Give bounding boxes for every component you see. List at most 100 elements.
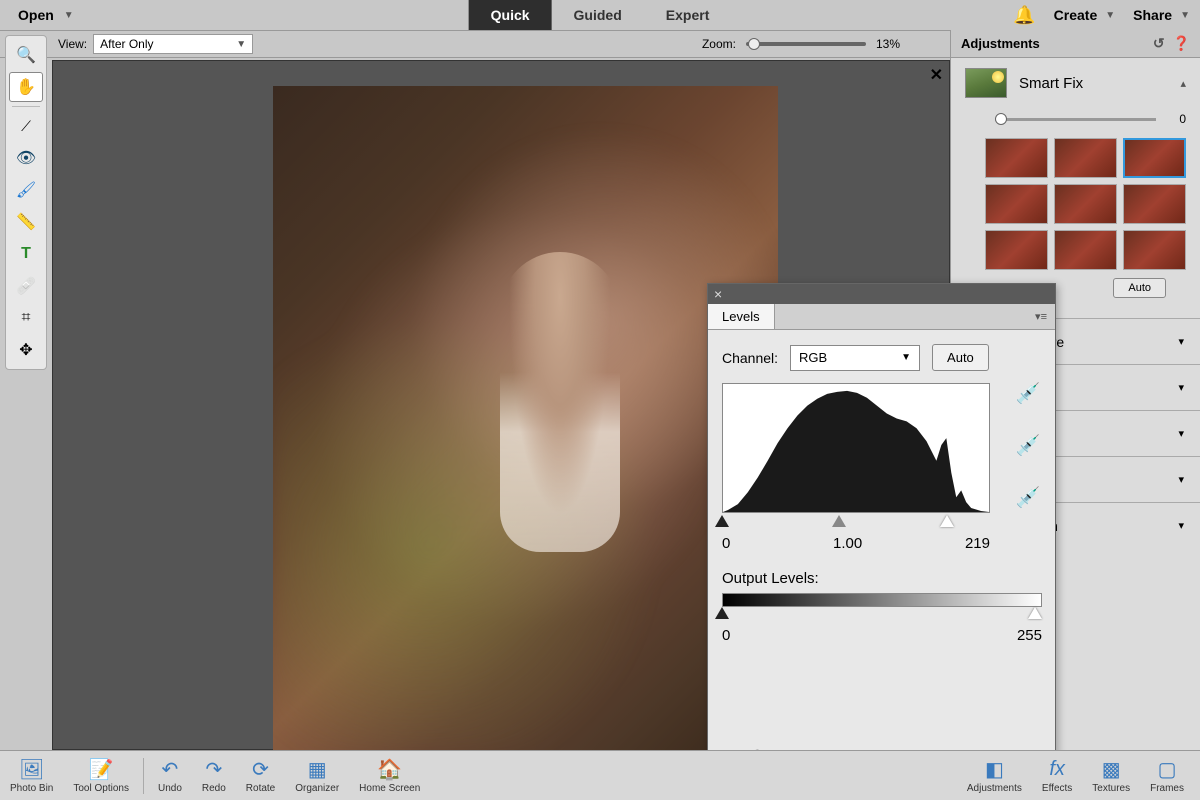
redo-button[interactable]: ↷Redo [192, 757, 236, 794]
create-menu[interactable]: Create ▼ [1054, 7, 1116, 23]
help-icon[interactable]: ❓ [1173, 35, 1190, 52]
chevron-up-icon[interactable]: ▴ [1180, 77, 1186, 90]
smartfix-value: 0 [1166, 112, 1186, 126]
output-gradient [722, 593, 1042, 607]
smartfix-preset[interactable] [1123, 138, 1186, 178]
eyedropper-gray-icon[interactable]: 💉 [1015, 432, 1041, 458]
output-white-value[interactable]: 255 [1017, 627, 1042, 644]
zoom-label: Zoom: [702, 37, 736, 51]
effects-button[interactable]: fxEffects [1032, 757, 1082, 794]
home-icon: 🏠 [377, 757, 402, 781]
effects-icon: fx [1049, 757, 1065, 781]
channel-select[interactable]: RGB ▼ [790, 345, 920, 371]
chevron-down-icon: ▼ [901, 352, 911, 363]
levels-tab[interactable]: Levels [708, 304, 775, 329]
hand-tool[interactable]: ✋ [9, 72, 43, 102]
input-white-handle[interactable] [940, 515, 954, 527]
levels-dialog: × Levels ▾≡ Channel: RGB ▼ Auto 0 1.00 2… [707, 283, 1056, 778]
mode-tabs: Quick Guided Expert [469, 0, 732, 30]
output-white-handle[interactable] [1028, 607, 1042, 619]
smartfix-auto-button[interactable]: Auto [1113, 278, 1166, 298]
move-tool[interactable]: ✥ [9, 335, 43, 365]
input-black-value[interactable]: 0 [722, 535, 730, 552]
top-bar: Open ▼ Quick Guided Expert 🔔 Create ▼ Sh… [0, 0, 1200, 30]
smartfix-preset[interactable] [1054, 138, 1117, 178]
histogram [722, 383, 990, 513]
mode-tab-guided[interactable]: Guided [552, 0, 644, 30]
channel-label: Channel: [722, 350, 778, 366]
smartfix-preset[interactable] [1054, 184, 1117, 224]
output-black-handle[interactable] [715, 607, 729, 619]
smartfix-slider-handle[interactable] [995, 113, 1007, 125]
view-select[interactable]: After Only ▼ [93, 34, 253, 54]
input-white-value[interactable]: 219 [965, 535, 990, 552]
eyedropper-black-icon[interactable]: 💉 [1015, 380, 1041, 406]
photo-canvas[interactable] [273, 86, 778, 751]
chevron-down-icon: ▾ [1178, 335, 1184, 348]
mode-tab-quick[interactable]: Quick [469, 0, 552, 30]
close-icon[interactable]: × [714, 286, 722, 302]
zoom-slider[interactable] [746, 42, 866, 46]
tool-options-button[interactable]: 📝Tool Options [63, 757, 139, 794]
smartfix-slider[interactable] [995, 118, 1156, 121]
toolbox: 🔍 ✋ ⟋ 👁 🖌 📏 T 🩹 ⌗ ✥ [5, 35, 47, 370]
smartfix-preset[interactable] [1123, 184, 1186, 224]
smartfix-preset[interactable] [985, 138, 1048, 178]
smartfix-preset[interactable] [1123, 230, 1186, 270]
spot-heal-tool[interactable]: 🩹 [9, 271, 43, 301]
notification-bell-icon[interactable]: 🔔 [1013, 5, 1035, 26]
photo-bin-button[interactable]: 🖼Photo Bin [0, 757, 63, 794]
smartfix-section: Smart Fix ▴ 0 Auto [951, 58, 1200, 318]
chevron-down-icon: ▾ [1178, 381, 1184, 394]
smartfix-preset[interactable] [1054, 230, 1117, 270]
input-slider-row [722, 515, 990, 529]
input-mid-handle[interactable] [832, 515, 846, 527]
smartfix-title: Smart Fix [1019, 75, 1168, 92]
open-label: Open [18, 7, 54, 23]
reset-icon[interactable]: ↺ [1153, 35, 1165, 52]
adjustments-header: Adjustments ↺ ❓ [951, 30, 1200, 58]
share-menu[interactable]: Share ▼ [1133, 7, 1190, 23]
input-black-handle[interactable] [715, 515, 729, 527]
eyedropper-white-icon[interactable]: 💉 [1015, 484, 1041, 510]
smartfix-preset[interactable] [985, 230, 1048, 270]
undo-icon: ↶ [162, 757, 179, 781]
rotate-icon: ⟳ [252, 757, 269, 781]
input-mid-value[interactable]: 1.00 [833, 535, 862, 552]
levels-preset-menu[interactable]: ▾≡ [775, 304, 1055, 329]
straighten-tool[interactable]: 📏 [9, 207, 43, 237]
chevron-down-icon: ▼ [236, 39, 246, 50]
levels-titlebar[interactable]: × [708, 284, 1055, 304]
photo-bin-icon: 🖼 [19, 757, 44, 781]
bottom-bar: 🖼Photo Bin 📝Tool Options ↶Undo ↷Redo ⟳Ro… [0, 750, 1200, 800]
output-levels-label: Output Levels: [722, 570, 1041, 587]
redo-icon: ↷ [205, 757, 222, 781]
organizer-button[interactable]: ▦Organizer [285, 757, 349, 794]
output-black-value[interactable]: 0 [722, 627, 730, 644]
smartfix-preset[interactable] [985, 184, 1048, 224]
textures-button[interactable]: ▩Textures [1082, 757, 1140, 794]
output-slider-row [722, 607, 1042, 621]
whiten-teeth-tool[interactable]: 🖌 [9, 175, 43, 205]
zoom-tool[interactable]: 🔍 [9, 40, 43, 70]
redeye-tool[interactable]: 👁 [9, 143, 43, 173]
text-tool[interactable]: T [9, 239, 43, 269]
textures-icon: ▩ [1102, 757, 1121, 781]
close-document-icon[interactable]: ✕ [930, 65, 943, 85]
channel-value: RGB [799, 350, 827, 365]
frames-button[interactable]: ▢Frames [1140, 757, 1194, 794]
eyedropper-group: 💉 💉 💉 [1015, 380, 1041, 510]
selection-tool[interactable]: ⟋ [9, 111, 43, 141]
zoom-slider-handle[interactable] [748, 38, 760, 50]
levels-auto-button[interactable]: Auto [932, 344, 989, 371]
tool-options-icon: 📝 [89, 757, 114, 781]
chevron-down-icon: ▼ [1180, 10, 1190, 21]
home-screen-button[interactable]: 🏠Home Screen [349, 757, 430, 794]
crop-tool[interactable]: ⌗ [9, 303, 43, 333]
adjustments-button[interactable]: ◧Adjustments [957, 757, 1032, 794]
rotate-button[interactable]: ⟳Rotate [236, 757, 285, 794]
undo-button[interactable]: ↶Undo [148, 757, 192, 794]
open-menu[interactable]: Open ▼ [0, 0, 92, 30]
create-label: Create [1054, 7, 1098, 23]
mode-tab-expert[interactable]: Expert [644, 0, 732, 30]
